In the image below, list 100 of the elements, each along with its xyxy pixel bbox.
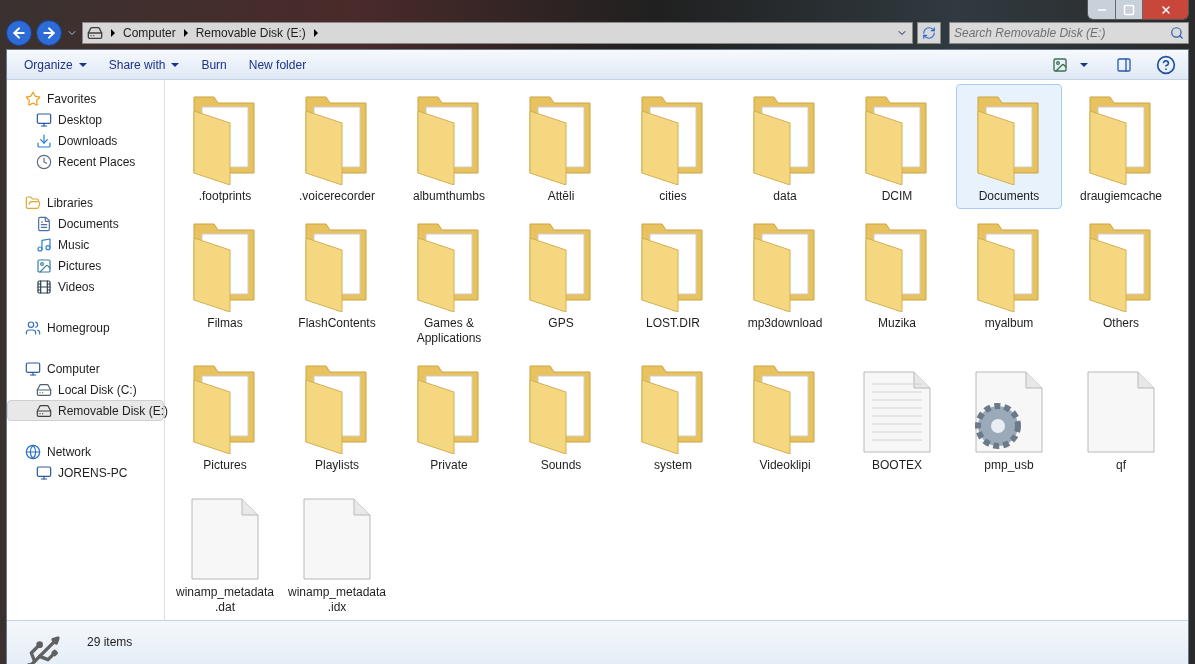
file-name: Attēli xyxy=(546,189,576,204)
clock-icon xyxy=(36,153,52,170)
file-name: Documents xyxy=(977,189,1041,204)
file-item[interactable]: winamp_metadata.dat xyxy=(172,480,278,620)
file-name: BOOTEX xyxy=(871,458,923,473)
file-item[interactable]: FlashContents xyxy=(284,211,390,336)
sidebar-item[interactable]: Local Disk (C:) xyxy=(7,379,164,400)
file-item[interactable]: .footprints xyxy=(172,84,278,209)
file-name: .footprints xyxy=(197,189,253,204)
breadcrumb-arrow-icon xyxy=(183,29,188,37)
file-item[interactable]: LOST.DIR xyxy=(620,211,726,336)
pane-icon xyxy=(1116,56,1132,73)
sidebar-item[interactable]: Downloads xyxy=(7,130,164,151)
breadcrumb-arrow-icon xyxy=(111,29,115,37)
file-item[interactable]: albumthumbs xyxy=(396,84,502,209)
file-item[interactable]: qf xyxy=(1068,353,1174,478)
search-icon xyxy=(1170,26,1184,40)
file-name: FlashContents xyxy=(297,316,377,331)
monitor-icon xyxy=(36,111,52,128)
file-name: LOST.DIR xyxy=(645,316,701,331)
back-button[interactable] xyxy=(6,20,32,46)
file-item[interactable]: BOOTEX xyxy=(844,353,950,478)
sidebar-item[interactable]: Music xyxy=(7,234,164,255)
breadcrumb[interactable]: Removable Disk (E:) xyxy=(195,24,306,42)
toolbar-button[interactable]: Burn xyxy=(192,52,236,77)
download-icon xyxy=(36,132,52,149)
toolbar-button[interactable]: New folder xyxy=(239,52,316,77)
breadcrumb[interactable]: Computer xyxy=(123,24,176,42)
file-name: Sounds xyxy=(539,458,583,473)
sidebar-item[interactable]: Homegroup xyxy=(7,317,164,338)
file-name: Filmas xyxy=(206,316,244,331)
file-item[interactable]: Attēli xyxy=(508,84,614,209)
file-name: qf xyxy=(1115,458,1127,473)
file-item[interactable]: system xyxy=(620,353,726,478)
hard-drive-icon xyxy=(36,381,52,398)
forward-arrow-icon xyxy=(41,25,57,41)
file-item[interactable]: Documents xyxy=(956,84,1062,209)
sidebar-item[interactable]: Desktop xyxy=(7,109,164,130)
forward-button[interactable] xyxy=(36,20,62,46)
file-item[interactable]: Videoklipi xyxy=(732,353,838,478)
search-field[interactable]: Search Removable Disk (E:) xyxy=(949,22,1189,44)
sidebar-item[interactable]: Network xyxy=(7,441,164,462)
toolbar-button[interactable]: Share with xyxy=(99,52,189,77)
file-item[interactable]: cities xyxy=(620,84,726,209)
music-note-icon xyxy=(36,236,52,253)
file-name: albumthumbs xyxy=(411,189,486,204)
file-name: winamp_metadata.idx xyxy=(287,585,387,615)
sidebar-item[interactable]: Libraries xyxy=(7,192,164,213)
file-item[interactable]: Private xyxy=(396,353,502,478)
sidebar-item[interactable]: Favorites xyxy=(7,88,164,109)
blank-file-icon xyxy=(1086,370,1156,454)
document-icon xyxy=(36,215,52,232)
sidebar-item[interactable]: JORENS-PC xyxy=(7,462,164,483)
computer-icon xyxy=(25,360,41,377)
item-count: 29 items xyxy=(87,634,133,651)
file-name: DCIM xyxy=(880,189,914,204)
file-item[interactable]: myalbum xyxy=(956,211,1062,336)
file-item[interactable]: Sounds xyxy=(508,353,614,478)
file-item[interactable]: draugiemcache xyxy=(1068,84,1174,209)
toolbar-button[interactable]: Organize xyxy=(15,52,96,77)
file-item[interactable]: pmp_usb xyxy=(956,353,1062,478)
drive-icon xyxy=(87,25,103,41)
file-name: pmp_usb xyxy=(983,458,1035,473)
file-item[interactable]: Others xyxy=(1068,211,1174,336)
people-icon xyxy=(25,319,41,336)
file-item[interactable]: data xyxy=(732,84,838,209)
caret-icon xyxy=(78,62,87,67)
close-button[interactable] xyxy=(1142,0,1188,19)
maximize-button[interactable] xyxy=(1115,0,1142,19)
sidebar-item[interactable]: Documents xyxy=(7,213,164,234)
file-item[interactable]: DCIM xyxy=(844,84,950,209)
refresh-button[interactable] xyxy=(917,22,941,44)
address-bar[interactable]: Computer Removable Disk (E:) xyxy=(82,22,913,44)
help-icon xyxy=(1156,54,1176,75)
file-name: Videoklipi xyxy=(758,458,812,473)
file-item[interactable]: Playlists xyxy=(284,353,390,478)
text-file-icon xyxy=(862,370,932,454)
sidebar-item[interactable]: Recent Places xyxy=(7,151,164,172)
star-icon xyxy=(25,90,41,107)
file-item[interactable]: .voicerecorder xyxy=(284,84,390,209)
file-item[interactable]: Games & Applications xyxy=(396,211,502,351)
file-name: Others xyxy=(1102,316,1140,331)
file-item[interactable]: winamp_metadata.idx xyxy=(284,480,390,620)
picture-icon xyxy=(36,257,52,274)
sidebar-item[interactable]: Pictures xyxy=(7,255,164,276)
breadcrumb-arrow-icon xyxy=(313,29,318,37)
caret-icon xyxy=(171,62,180,67)
file-item[interactable]: GPS xyxy=(508,211,614,336)
file-name: Games & Applications xyxy=(415,316,483,346)
folder-icon xyxy=(25,194,41,211)
file-item[interactable]: Muzika xyxy=(844,211,950,336)
file-name: Pictures xyxy=(202,458,248,473)
file-item[interactable]: Filmas xyxy=(172,211,278,336)
file-item[interactable]: mp3download xyxy=(732,211,838,336)
sidebar-item[interactable]: Videos xyxy=(7,276,164,297)
file-name: myalbum xyxy=(983,316,1035,331)
picture-icon xyxy=(1052,56,1068,73)
file-item[interactable]: Pictures xyxy=(172,353,278,478)
file-name: system xyxy=(653,458,693,473)
sidebar-item[interactable]: Computer xyxy=(7,358,164,379)
